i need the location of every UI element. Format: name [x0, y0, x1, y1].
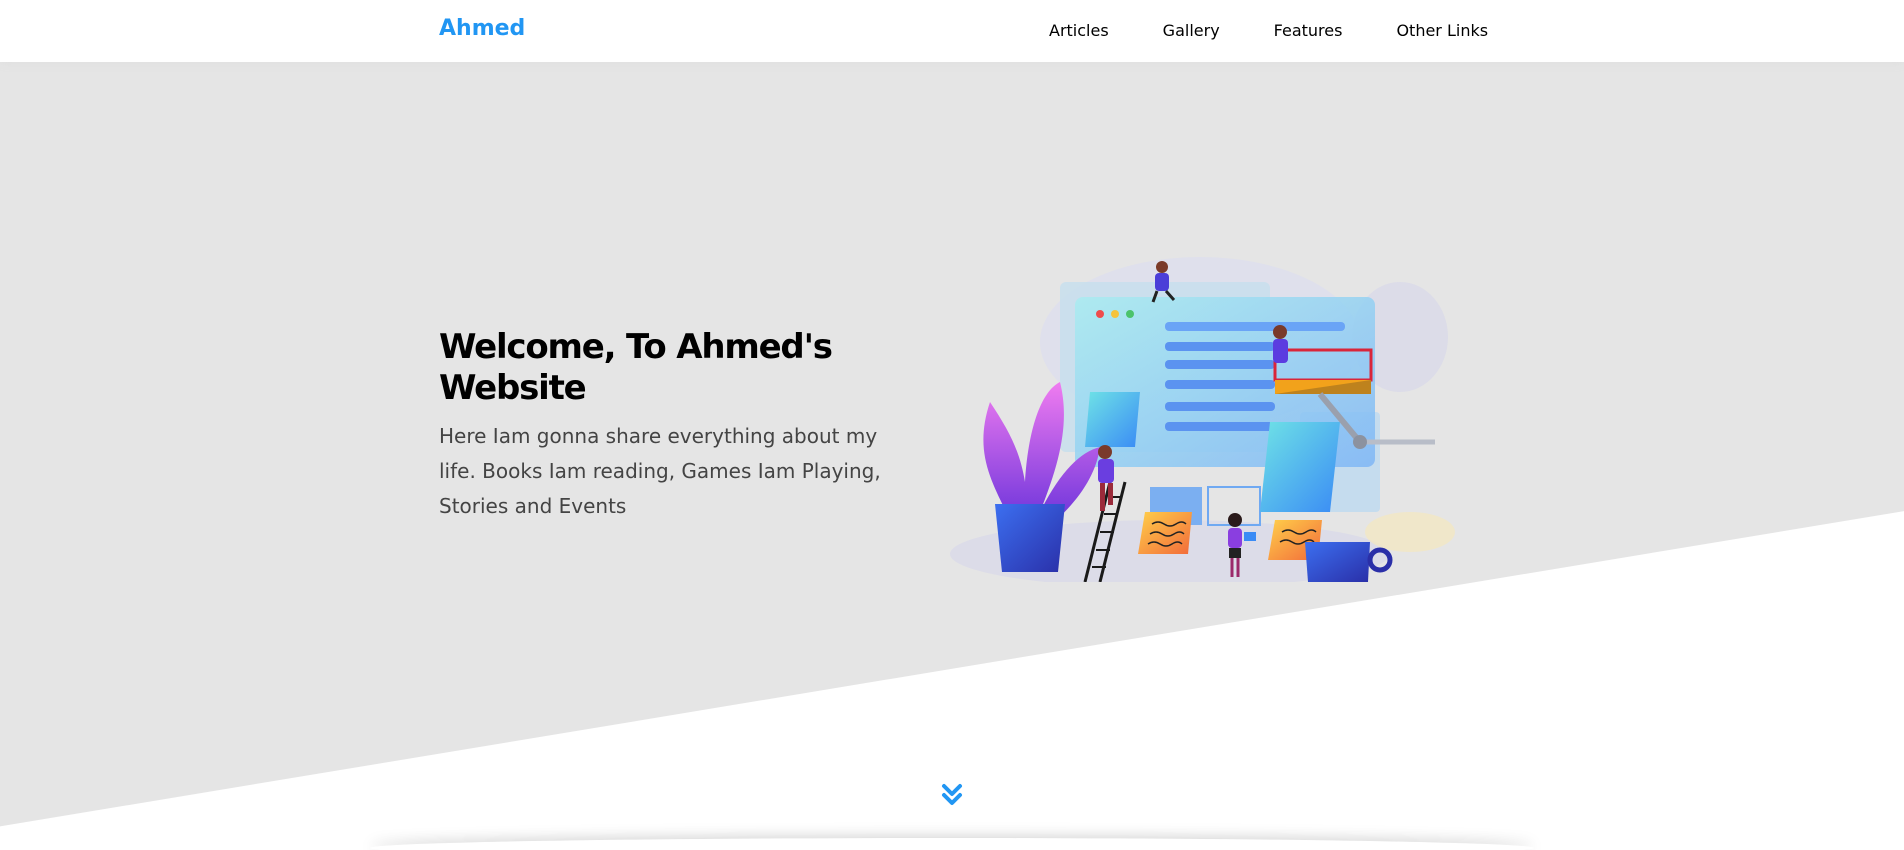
nav-link-features[interactable]: Features [1247, 0, 1370, 62]
landing-section: Welcome, To Ahmed's Website Here Iam gon… [0, 62, 1904, 850]
landing-intro: Here Iam gonna share everything about my… [439, 423, 881, 518]
site-header: Ahmed Articles Gallery Features Other Li… [0, 0, 1904, 62]
logo-link[interactable]: Ahmed [439, 16, 525, 41]
web-design-team-illustration [950, 257, 1455, 582]
main-nav: Articles Gallery Features Other Links [1022, 0, 1515, 62]
landing-text: Welcome, To Ahmed's Website Here Iam gon… [439, 327, 899, 524]
nav-link-gallery[interactable]: Gallery [1136, 0, 1247, 62]
nav-link-articles[interactable]: Articles [1022, 0, 1136, 62]
landing-title: Welcome, To Ahmed's Website [439, 327, 833, 408]
nav-link-other-links[interactable]: Other Links [1369, 0, 1515, 62]
double-chevron-down-icon[interactable] [940, 780, 964, 810]
